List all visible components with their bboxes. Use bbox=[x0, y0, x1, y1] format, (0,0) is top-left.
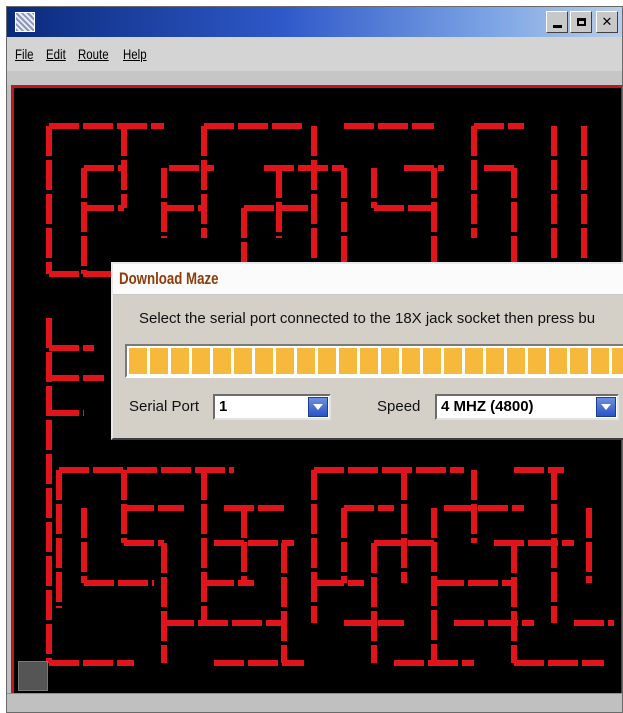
menu-help[interactable]: Help bbox=[123, 46, 147, 62]
progress-segment bbox=[507, 348, 525, 374]
close-button[interactable]: ✕ bbox=[596, 11, 618, 33]
progress-segment bbox=[297, 348, 315, 374]
maximize-icon bbox=[576, 18, 586, 26]
speed-value: 4 MHZ (4800) bbox=[441, 398, 534, 415]
progress-segment bbox=[318, 348, 336, 374]
progress-segment bbox=[213, 348, 231, 374]
download-maze-dialog: Download Maze Select the serial port con… bbox=[111, 262, 623, 440]
menu-route[interactable]: Route bbox=[78, 46, 109, 62]
maze-start-cell[interactable] bbox=[18, 661, 48, 691]
menu-file[interactable]: File bbox=[15, 46, 34, 62]
progress-segment bbox=[171, 348, 189, 374]
progress-segment bbox=[612, 348, 623, 374]
progress-segment bbox=[549, 348, 567, 374]
progress-segment bbox=[402, 348, 420, 374]
chevron-down-icon bbox=[601, 404, 611, 410]
minimize-button[interactable] bbox=[546, 11, 568, 33]
progress-segment bbox=[486, 348, 504, 374]
chevron-down-icon bbox=[313, 404, 323, 410]
progress-segment bbox=[381, 348, 399, 374]
progress-segment bbox=[192, 348, 210, 374]
serial-port-value: 1 bbox=[219, 398, 228, 415]
title-bar[interactable]: ✕ bbox=[7, 7, 622, 37]
progress-segment bbox=[528, 348, 546, 374]
progress-segment bbox=[255, 348, 273, 374]
maze-app-icon[interactable] bbox=[15, 12, 35, 32]
progress-segment bbox=[339, 348, 357, 374]
serial-port-select[interactable]: 1 bbox=[213, 394, 331, 420]
window-controls: ✕ bbox=[546, 11, 618, 33]
serial-port-dropdown-button[interactable] bbox=[308, 397, 328, 417]
speed-dropdown-button[interactable] bbox=[596, 397, 616, 417]
speed-label: Speed bbox=[377, 398, 421, 415]
dialog-title-bar[interactable]: Download Maze bbox=[113, 264, 623, 295]
speed-select[interactable]: 4 MHZ (4800) bbox=[435, 394, 619, 420]
dialog-message: Select the serial port connected to the … bbox=[139, 310, 596, 327]
menu-edit[interactable]: Edit bbox=[46, 46, 66, 62]
menu-bar: File Edit Route Help bbox=[7, 37, 622, 71]
progress-segment bbox=[591, 348, 609, 374]
progress-segment bbox=[150, 348, 168, 374]
progress-segment bbox=[444, 348, 462, 374]
progress-segment bbox=[129, 348, 147, 374]
dialog-title: Download Maze bbox=[119, 269, 219, 288]
progress-segment bbox=[360, 348, 378, 374]
progress-segment bbox=[570, 348, 588, 374]
progress-segment bbox=[465, 348, 483, 374]
toolbar-strip bbox=[7, 71, 622, 85]
progress-segment bbox=[423, 348, 441, 374]
download-progress-bar bbox=[125, 344, 623, 378]
maximize-button[interactable] bbox=[570, 11, 592, 33]
close-icon: ✕ bbox=[601, 14, 613, 30]
serial-port-label: Serial Port bbox=[129, 398, 200, 415]
status-bar bbox=[7, 693, 622, 712]
minimize-icon bbox=[552, 25, 562, 28]
progress-segment bbox=[234, 348, 252, 374]
progress-segment bbox=[276, 348, 294, 374]
